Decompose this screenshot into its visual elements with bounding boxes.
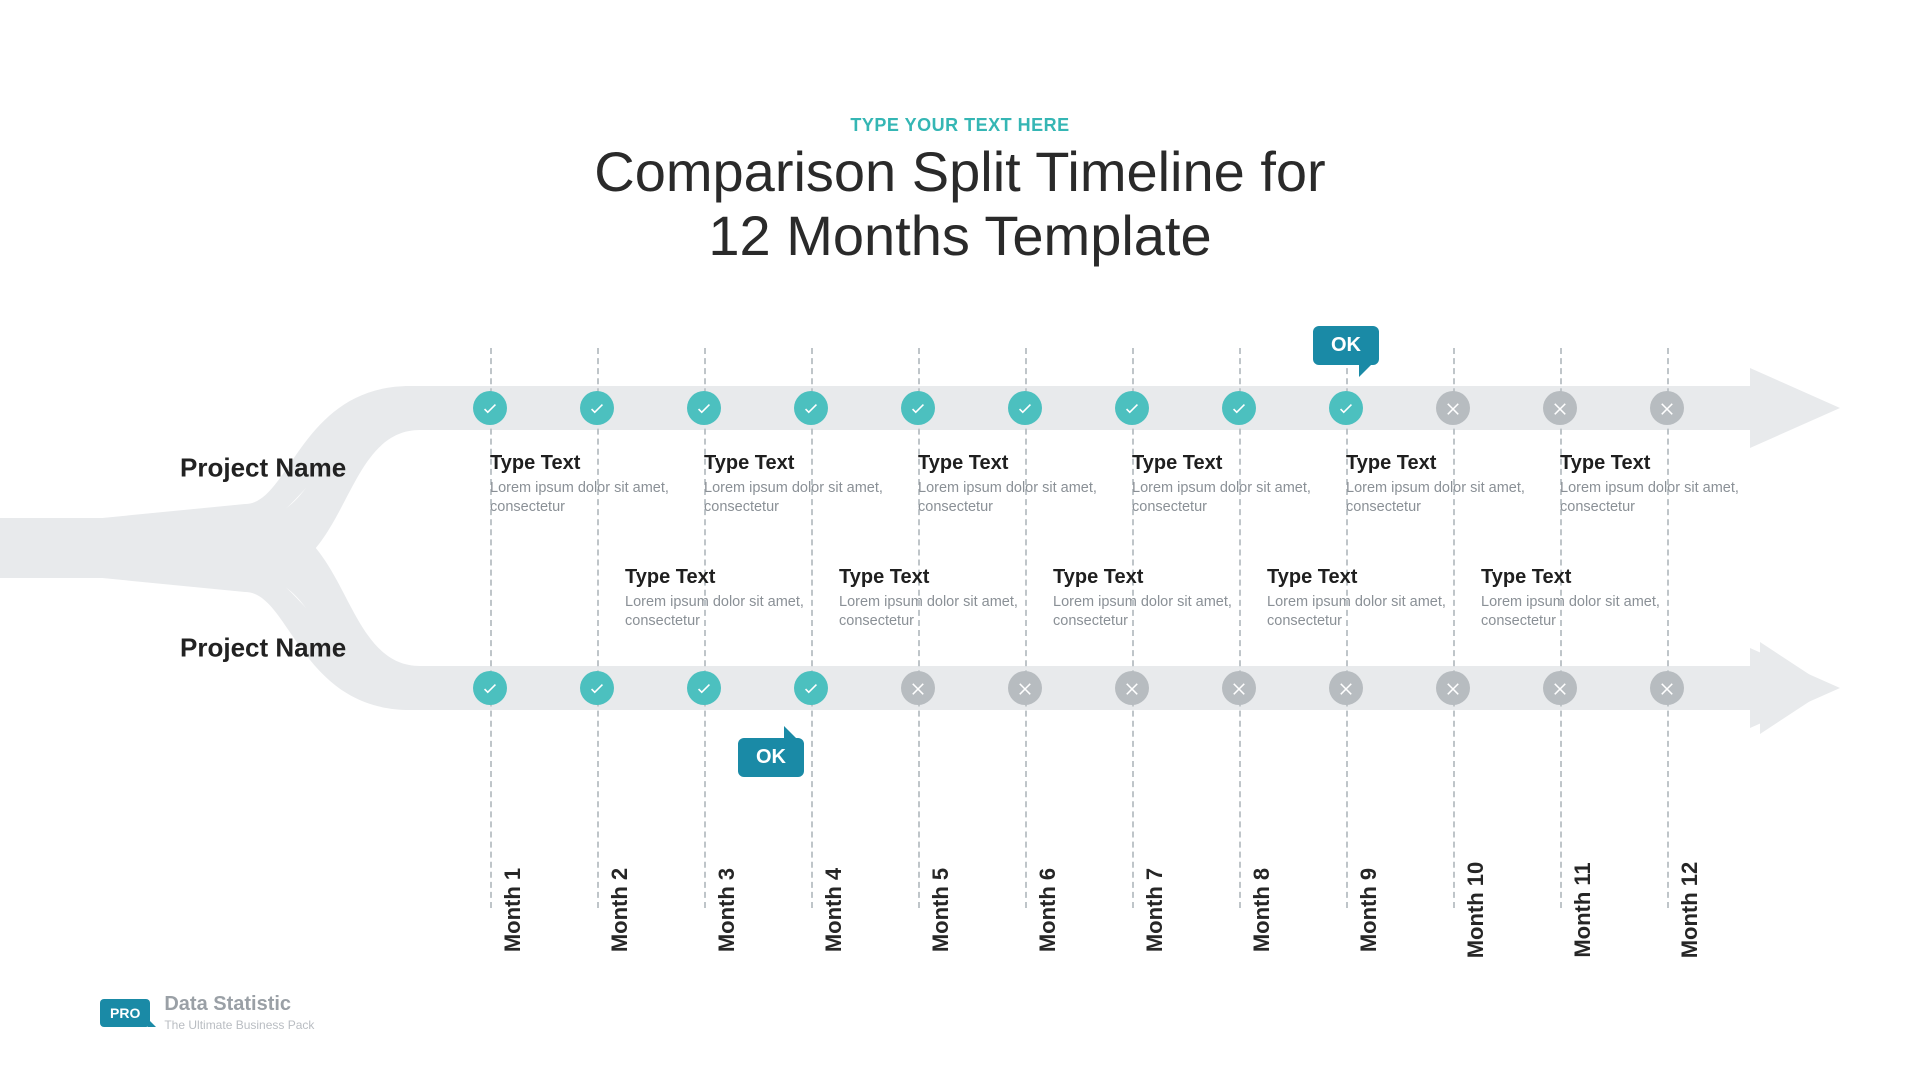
bottom-text-block: Type Text Lorem ipsum dolor sit amet, con… — [1267, 566, 1457, 631]
brand-name: Data Statistic — [164, 993, 314, 1016]
block-body: Lorem ipsum dolor sit amet, consectetur — [918, 479, 1108, 517]
block-body: Lorem ipsum dolor sit amet, consectetur — [1481, 593, 1671, 631]
project-name-top: Project Name — [180, 453, 346, 484]
month-label: Month 4 — [821, 868, 847, 952]
month-label: Month 1 — [500, 868, 526, 952]
block-title: Type Text — [918, 452, 1108, 475]
month-label: Month 6 — [1035, 868, 1061, 952]
month-label: Month 2 — [607, 868, 633, 952]
check-icon — [580, 671, 614, 705]
title-line-2: 12 Months Template — [708, 204, 1211, 267]
check-icon — [473, 671, 507, 705]
month-label: Month 9 — [1356, 868, 1382, 952]
x-icon — [1436, 391, 1470, 425]
month-label: Month 7 — [1142, 868, 1168, 952]
x-icon — [1329, 671, 1363, 705]
project-name-bottom: Project Name — [180, 633, 346, 664]
block-title: Type Text — [625, 566, 815, 589]
page-title: Comparison Split Timeline for 12 Months … — [0, 140, 1920, 269]
x-icon — [901, 671, 935, 705]
block-title: Type Text — [1560, 452, 1750, 475]
title-line-1: Comparison Split Timeline for — [594, 140, 1325, 203]
ok-bubble-bottom: OK — [738, 738, 804, 777]
block-title: Type Text — [1132, 452, 1322, 475]
top-text-block: Type Text Lorem ipsum dolor sit amet, con… — [918, 452, 1108, 517]
bottom-text-block: Type Text Lorem ipsum dolor sit amet, con… — [1481, 566, 1671, 631]
month-label: Month 3 — [714, 868, 740, 952]
x-icon — [1650, 391, 1684, 425]
check-icon — [1008, 391, 1042, 425]
x-icon — [1222, 671, 1256, 705]
brand-tagline: The Ultimate Business Pack — [164, 1018, 314, 1032]
block-body: Lorem ipsum dolor sit amet, consectetur — [1132, 479, 1322, 517]
check-icon — [687, 391, 721, 425]
block-body: Lorem ipsum dolor sit amet, consectetur — [490, 479, 680, 517]
check-icon — [794, 671, 828, 705]
x-icon — [1115, 671, 1149, 705]
top-text-block: Type Text Lorem ipsum dolor sit amet, con… — [490, 452, 680, 517]
block-body: Lorem ipsum dolor sit amet, consectetur — [1346, 479, 1536, 517]
block-body: Lorem ipsum dolor sit amet, consectetur — [1267, 593, 1457, 631]
block-body: Lorem ipsum dolor sit amet, consectetur — [1560, 479, 1750, 517]
x-icon — [1650, 671, 1684, 705]
check-icon — [1222, 391, 1256, 425]
x-icon — [1543, 671, 1577, 705]
block-body: Lorem ipsum dolor sit amet, consectetur — [1053, 593, 1243, 631]
block-title: Type Text — [1053, 566, 1243, 589]
block-body: Lorem ipsum dolor sit amet, consectetur — [839, 593, 1029, 631]
top-text-block: Type Text Lorem ipsum dolor sit amet, con… — [1560, 452, 1750, 517]
bottom-text-block: Type Text Lorem ipsum dolor sit amet, con… — [625, 566, 815, 631]
check-icon — [794, 391, 828, 425]
brand-badge: PRO — [100, 999, 150, 1027]
month-label: Month 8 — [1249, 868, 1275, 952]
block-body: Lorem ipsum dolor sit amet, consectetur — [625, 593, 815, 631]
slide: TYPE YOUR TEXT HERE Comparison Split Tim… — [0, 0, 1920, 1080]
top-text-block: Type Text Lorem ipsum dolor sit amet, con… — [704, 452, 894, 517]
check-icon — [901, 391, 935, 425]
block-title: Type Text — [1481, 566, 1671, 589]
eyebrow: TYPE YOUR TEXT HERE — [0, 115, 1920, 136]
check-icon — [1115, 391, 1149, 425]
block-body: Lorem ipsum dolor sit amet, consectetur — [704, 479, 894, 517]
check-icon — [1329, 391, 1363, 425]
month-label: Month 5 — [928, 868, 954, 952]
x-icon — [1436, 671, 1470, 705]
check-icon — [473, 391, 507, 425]
check-icon — [580, 391, 614, 425]
bottom-text-block: Type Text Lorem ipsum dolor sit amet, con… — [839, 566, 1029, 631]
top-text-block: Type Text Lorem ipsum dolor sit amet, con… — [1346, 452, 1536, 517]
block-title: Type Text — [839, 566, 1029, 589]
month-label: Month 11 — [1570, 862, 1596, 957]
x-icon — [1008, 671, 1042, 705]
guideline — [597, 348, 599, 908]
top-text-block: Type Text Lorem ipsum dolor sit amet, con… — [1132, 452, 1322, 517]
month-label: Month 10 — [1463, 862, 1489, 959]
x-icon — [1543, 391, 1577, 425]
block-title: Type Text — [704, 452, 894, 475]
brand: PRO Data Statistic The Ultimate Business… — [100, 993, 314, 1032]
month-label: Month 12 — [1677, 862, 1703, 959]
block-title: Type Text — [490, 452, 680, 475]
bottom-text-block: Type Text Lorem ipsum dolor sit amet, con… — [1053, 566, 1243, 631]
guideline — [490, 348, 492, 908]
check-icon — [687, 671, 721, 705]
block-title: Type Text — [1346, 452, 1536, 475]
ok-bubble-top: OK — [1313, 326, 1379, 365]
block-title: Type Text — [1267, 566, 1457, 589]
